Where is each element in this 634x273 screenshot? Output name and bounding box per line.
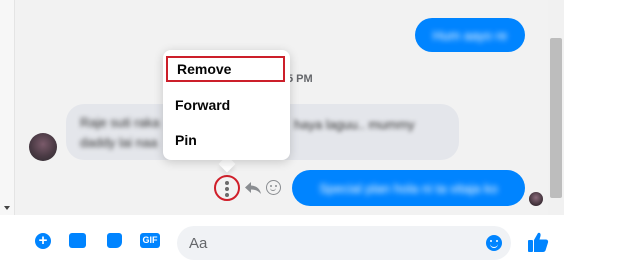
message-text: haya laguu.. mummy (294, 117, 415, 132)
read-receipt-avatar (529, 192, 543, 206)
message-text: Hum aayo re (432, 27, 508, 43)
react-icon[interactable] (266, 180, 281, 195)
emoji-icon[interactable] (486, 235, 502, 251)
emoji-eye (490, 240, 492, 242)
message-context-menu: Remove Forward Pin (163, 50, 290, 160)
scrollbar-thumb[interactable] (550, 38, 562, 198)
more-dot (225, 193, 229, 197)
menu-item-remove[interactable]: Remove (166, 56, 285, 82)
sticker-icon[interactable] (107, 233, 122, 248)
gif-icon[interactable]: GIF (140, 233, 160, 248)
outgoing-message[interactable]: Special plan hola ni ta vitaja ko (292, 170, 525, 206)
chevron-down-icon[interactable] (4, 206, 10, 210)
more-dot (225, 181, 229, 185)
more-icon[interactable] (214, 175, 240, 201)
avatar[interactable] (29, 133, 57, 161)
plus-icon[interactable]: + (35, 233, 51, 249)
like-icon[interactable] (527, 231, 549, 253)
more-dot (225, 187, 229, 191)
emoji-eye (496, 240, 498, 242)
outgoing-message[interactable]: Hum aayo re (415, 18, 525, 52)
react-mouth (270, 187, 276, 191)
left-panel-edge (0, 0, 15, 215)
emoji-mouth (490, 243, 498, 248)
menu-item-forward[interactable]: Forward (175, 97, 230, 113)
message-text: daddy lai naa (80, 135, 158, 150)
timestamp: 5 PM (287, 73, 313, 85)
reply-icon[interactable] (244, 180, 262, 196)
image-icon[interactable] (69, 233, 86, 248)
right-margin (564, 0, 634, 215)
message-text: Special plan hola ni ta vitaja ko (319, 180, 498, 196)
message-text: Raje suti raka (80, 115, 160, 130)
message-input[interactable] (177, 226, 511, 260)
menu-item-pin[interactable]: Pin (175, 132, 197, 148)
